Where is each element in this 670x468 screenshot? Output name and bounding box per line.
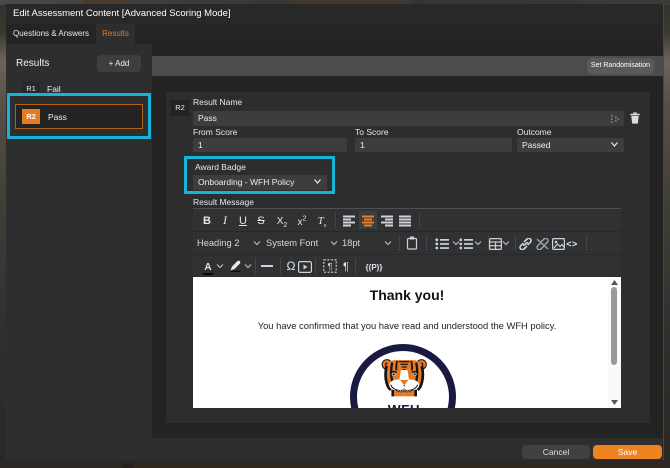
svg-text:WFH: WFH [388, 403, 420, 409]
svg-text:¶: ¶ [328, 262, 333, 272]
